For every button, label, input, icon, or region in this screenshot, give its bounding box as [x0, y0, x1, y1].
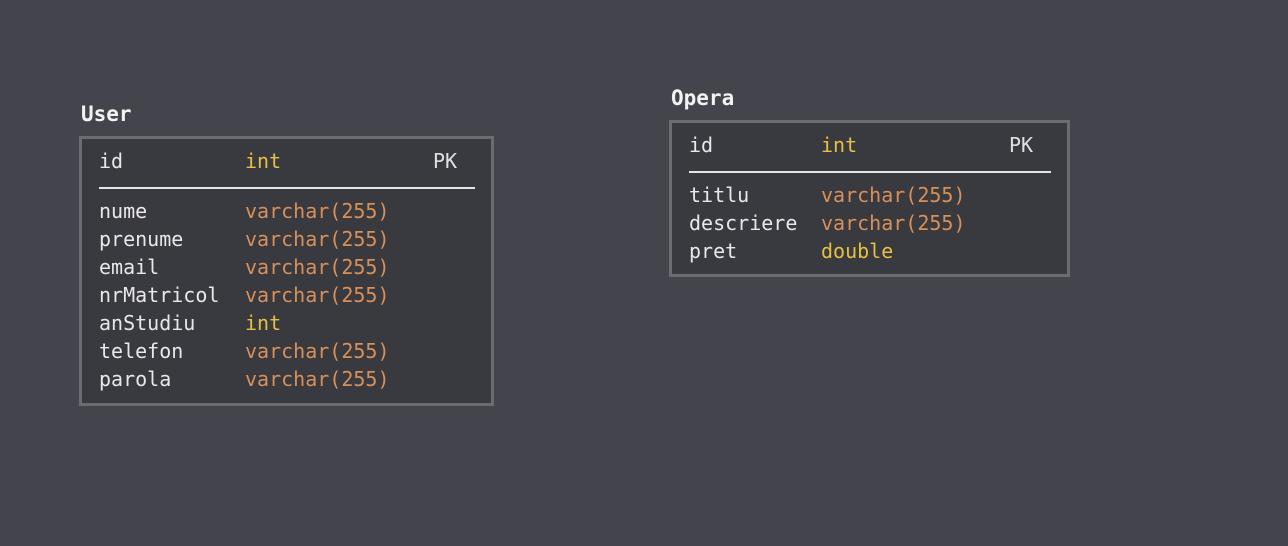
field-name: nume [99, 199, 148, 223]
key-badge: PK [1009, 133, 1034, 157]
field-name: id [99, 149, 124, 173]
field-type: varchar(255) [245, 339, 390, 363]
field-row: telefon varchar(255) [99, 337, 479, 365]
field-name: titlu [689, 183, 750, 207]
field-type: varchar(255) [245, 199, 390, 223]
divider [689, 171, 1051, 173]
field-row: nume varchar(255) [99, 197, 479, 225]
field-type: int [821, 133, 858, 157]
field-name: anStudiu [99, 311, 196, 335]
field-type: double [821, 239, 894, 263]
field-name: descriere [689, 211, 798, 235]
field-type: int [245, 149, 282, 173]
field-name: id [689, 133, 714, 157]
primary-key-row: id int PK [689, 131, 1054, 159]
field-type: varchar(255) [245, 367, 390, 391]
field-type: varchar(255) [245, 283, 390, 307]
primary-key-row: id int PK [99, 147, 479, 175]
field-type: varchar(255) [821, 183, 966, 207]
key-badge: PK [433, 149, 458, 173]
entity-box[interactable]: id int PK titlu varchar(255) descriere v… [669, 120, 1070, 277]
field-type: int [245, 311, 282, 335]
field-type: varchar(255) [245, 255, 390, 279]
entity-box[interactable]: id int PK nume varchar(255) prenume varc… [79, 136, 494, 406]
entity-title: Opera [671, 86, 735, 110]
field-row: parola varchar(255) [99, 365, 479, 393]
field-name: email [99, 255, 160, 279]
field-type: varchar(255) [245, 227, 390, 251]
field-row: email varchar(255) [99, 253, 479, 281]
field-row: anStudiu int [99, 309, 479, 337]
entity-title: User [81, 102, 132, 126]
field-name: pret [689, 239, 738, 263]
field-row: prenume varchar(255) [99, 225, 479, 253]
field-row: pret double [689, 237, 1054, 265]
field-row: nrMatricol varchar(255) [99, 281, 479, 309]
field-name: prenume [99, 227, 184, 251]
field-name: parola [99, 367, 172, 391]
field-name: nrMatricol [99, 283, 220, 307]
field-name: telefon [99, 339, 184, 363]
field-type: varchar(255) [821, 211, 966, 235]
field-row: titlu varchar(255) [689, 181, 1054, 209]
divider [99, 187, 475, 189]
field-row: descriere varchar(255) [689, 209, 1054, 237]
